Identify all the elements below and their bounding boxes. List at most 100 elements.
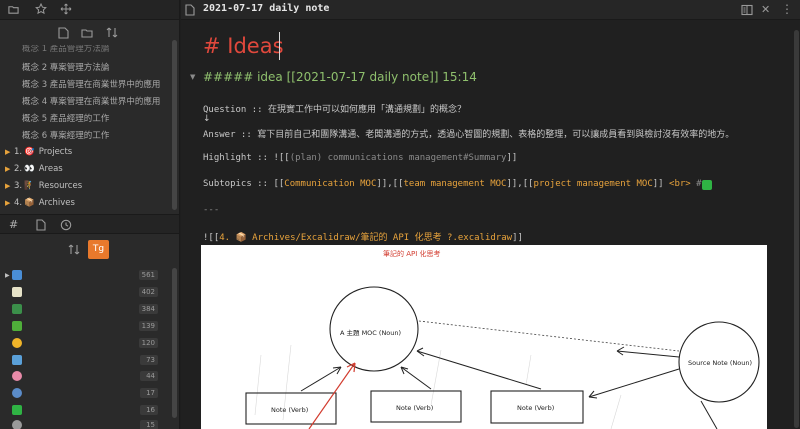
file-item-concept-1[interactable]: 概念 1 產品管理方法論	[22, 45, 109, 52]
link-team-management-moc[interactable]: team management MOC	[404, 179, 507, 189]
folder-name: Resources	[38, 181, 83, 191]
collapse-arrow-icon[interactable]: ▶	[5, 165, 10, 173]
note-box-label: Note (Verb)	[517, 404, 555, 412]
tag-row[interactable]: 402	[0, 286, 170, 302]
tag-sort-icon[interactable]	[68, 243, 80, 256]
folder-index: 3.	[14, 181, 23, 191]
inbox-icon	[12, 270, 22, 280]
sort-icon[interactable]	[106, 26, 118, 39]
subtopics-line[interactable]: Subtopics :: [[Communication MOC]],[[tea…	[203, 179, 712, 190]
subtopics-separator: ]],[[	[506, 179, 534, 189]
tag-row[interactable]: 73	[0, 354, 170, 370]
tag-count: 384	[138, 304, 158, 314]
more-options-icon[interactable]: ⋮	[781, 2, 793, 16]
folder-index: 4.	[14, 198, 23, 208]
tag-count: 402	[138, 287, 158, 297]
collapse-arrow-icon[interactable]: ▶	[5, 182, 10, 190]
climber-icon	[12, 304, 22, 314]
collapse-arrow-icon[interactable]: ▶	[5, 199, 10, 207]
link-project-management-moc[interactable]: project management MOC	[534, 179, 653, 189]
new-note-icon[interactable]	[58, 27, 69, 39]
check-icon	[12, 405, 22, 415]
tag-row[interactable]: 384	[0, 303, 170, 319]
note-box-label: Note (Verb)	[271, 406, 309, 414]
eyes-icon: 👀	[24, 164, 35, 174]
hash-tab-icon[interactable]: #	[9, 218, 18, 231]
picture-icon	[12, 355, 22, 365]
excalidraw-embed[interactable]: 筆記的 API 化思考 A 主題 MOC (Noun) Source Note …	[201, 245, 767, 429]
editor-scrollbar[interactable]	[794, 30, 799, 428]
subtopics-close: ]]	[652, 179, 664, 189]
tag-row[interactable]: 16	[0, 404, 170, 420]
file-item-concept-5[interactable]: 概念 5 產品經理的工作	[22, 112, 109, 124]
climber-icon: 🧗	[24, 181, 35, 191]
file-item-concept-3[interactable]: 概念 3 產品管理在商業世界中的應用	[22, 78, 160, 90]
folder-name: Projects	[38, 147, 73, 157]
embed-line[interactable]: ![[4. 📦 Archives/Excalidraw/筆記的 API 化思考 …	[203, 230, 523, 243]
memo-icon	[12, 287, 22, 297]
tag-row[interactable]: ▶ 561	[0, 269, 170, 285]
files-tab-icon[interactable]	[8, 4, 19, 15]
move-icon[interactable]	[60, 3, 72, 15]
highlight-line[interactable]: Highlight :: ![[(plan) communications ma…	[203, 153, 517, 163]
tag-count: 17	[140, 388, 158, 398]
brain-icon	[12, 371, 22, 381]
answer-text: 寫下目前自己和團隊溝通、老闆溝通的方式，透過心智圖的規劃、表格的整理，可以讓成員…	[257, 130, 735, 140]
hash-tag[interactable]: #	[696, 179, 701, 189]
tag-row[interactable]: 17	[0, 387, 170, 403]
clock-icon[interactable]	[60, 219, 72, 231]
reading-view-icon[interactable]	[741, 4, 753, 16]
fold-arrow-icon[interactable]: ▼	[190, 73, 195, 81]
person-icon	[12, 388, 22, 398]
horizontal-rule: ---	[203, 205, 220, 215]
center-node-label: A 主題 MOC (Noun)	[340, 329, 402, 337]
package-icon: 📦	[24, 198, 35, 208]
check-mark-icon	[701, 180, 712, 190]
subtopics-separator: ]],[[	[376, 179, 404, 189]
tag-count: 139	[138, 321, 158, 331]
tag-sort-badge[interactable]: Tg	[88, 240, 109, 259]
drawing-canvas	[245, 286, 760, 429]
subheading-idea[interactable]: ##### idea [[2021-07-17 daily note]] 15:…	[203, 70, 477, 84]
question-label: Question ::	[203, 105, 269, 115]
highlight-link[interactable]: (plan) communications management#Summary	[290, 153, 507, 163]
note-box-label: Note (Verb)	[396, 404, 434, 412]
answer-line[interactable]: Answer :: 寫下目前自己和團隊溝通、老闆溝通的方式，透過心智圖的規劃、表…	[203, 127, 734, 140]
new-folder-icon[interactable]	[81, 27, 93, 39]
folder-name: Areas	[38, 164, 63, 174]
note-title[interactable]: 2021-07-17 daily note	[203, 3, 329, 14]
file-explorer-scrollbar[interactable]	[172, 40, 177, 210]
file-tab-icon[interactable]	[36, 219, 46, 231]
heading-ideas[interactable]: # Ideas	[203, 34, 284, 58]
file-item-concept-4[interactable]: 概念 4 專案管理在商業世界中的應用	[22, 95, 160, 107]
close-icon[interactable]: ✕	[761, 3, 770, 16]
link-communication-moc[interactable]: Communication MOC	[284, 179, 376, 189]
star-icon[interactable]	[35, 3, 47, 15]
tag-count: 16	[140, 405, 158, 415]
tag-row[interactable]: 44	[0, 370, 170, 386]
answer-label: Answer ::	[203, 130, 258, 140]
highlight-close: ]]	[506, 153, 518, 163]
folder-index: 1.	[14, 147, 23, 157]
source-node-label: Source Note (Noun)	[688, 359, 752, 367]
folder-name: Archives	[38, 198, 75, 208]
question-line[interactable]: Question :: 在現實工作中可以如何應用「溝通規劃」的概念？	[203, 102, 466, 115]
tag-count: 561	[138, 270, 158, 280]
br-tag: <br>	[669, 179, 691, 189]
tag-count: 73	[140, 355, 158, 365]
tag-pane-header: #	[0, 214, 179, 234]
collapse-arrow-icon[interactable]: ▶	[5, 148, 10, 156]
tag-row[interactable]: 15	[0, 419, 170, 429]
tag-pane-scrollbar[interactable]	[172, 268, 177, 418]
tag-row[interactable]: 139	[0, 320, 170, 336]
tag-count: 15	[140, 420, 158, 429]
tag-count: 120	[138, 338, 158, 348]
embed-link[interactable]: 4. 📦 Archives/Excalidraw/筆記的 API 化思考 ?.e…	[219, 233, 512, 243]
circle-icon	[12, 420, 22, 429]
folder-index: 2.	[14, 164, 23, 174]
file-item-concept-6[interactable]: 概念 6 專案經理的工作	[22, 129, 109, 141]
file-icon	[185, 4, 195, 16]
file-item-concept-2[interactable]: 概念 2 專案管理方法論	[22, 61, 109, 73]
embed-close: ]]	[512, 233, 523, 243]
tag-row[interactable]: 120	[0, 337, 170, 353]
